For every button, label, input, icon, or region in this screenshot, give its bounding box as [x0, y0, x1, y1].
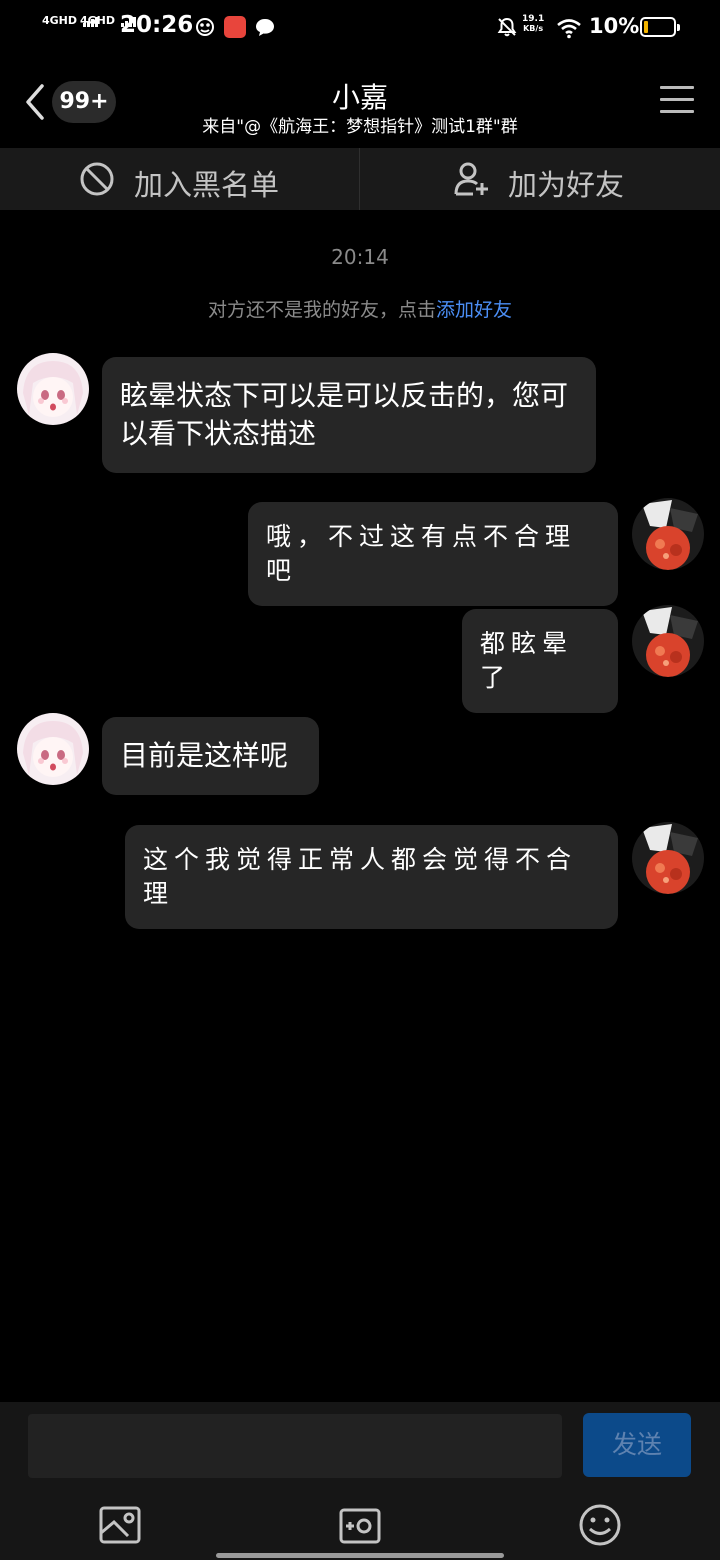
net-speed-unit: KB/s	[523, 24, 544, 33]
message-bubble-outgoing[interactable]: 哦，不过这有点不合理吧	[248, 502, 618, 606]
my-avatar[interactable]	[632, 498, 704, 570]
message-text: 都眩晕了	[480, 629, 574, 692]
network-type-1: 4GHD	[42, 14, 78, 27]
red-app-icon	[224, 16, 246, 38]
red-character-avatar-icon	[632, 605, 704, 677]
stranger-action-bar: 加入黑名单 加为好友	[0, 148, 720, 210]
red-character-avatar-icon	[632, 822, 704, 894]
battery-icon	[640, 17, 680, 37]
status-bar: 4GHD 4GHD 20:26 19.1 KB/s 10%	[0, 0, 720, 56]
wifi-icon	[557, 19, 581, 39]
my-avatar[interactable]	[632, 605, 704, 677]
notice-text: 对方还不是我的好友，点击	[207, 299, 436, 321]
emoji-icon[interactable]	[578, 1503, 622, 1547]
send-button[interactable]: 发送	[583, 1413, 691, 1477]
network-type-2: 4GHD	[80, 14, 116, 27]
chat-title: 小嘉	[331, 81, 388, 114]
chat-subtitle: 来自"@《航海王：梦想指针》测试1群"群	[202, 117, 518, 137]
block-icon	[80, 162, 114, 196]
blacklist-label: 加入黑名单	[134, 168, 280, 202]
message-bubble-incoming[interactable]: 目前是这样呢	[102, 717, 319, 795]
camera-icon[interactable]	[338, 1503, 382, 1547]
message-bubble-outgoing[interactable]: 这个我觉得正常人都会觉得不合理	[125, 825, 618, 929]
message-text: 哦，不过这有点不合理吧	[266, 522, 577, 585]
message-text: 目前是这样呢	[120, 739, 289, 772]
contact-avatar[interactable]	[17, 713, 89, 785]
contact-avatar[interactable]	[17, 353, 89, 425]
message-timestamp: 20:14	[331, 245, 389, 269]
red-character-avatar-icon	[632, 498, 704, 570]
add-friend-link[interactable]: 添加好友	[436, 299, 512, 321]
not-friend-notice: 对方还不是我的好友，点击添加好友	[0, 295, 720, 322]
message-bubble-incoming[interactable]: 眩晕状态下可以是可以反击的，您可以看下状态描述	[102, 357, 596, 473]
add-friend-button[interactable]: 加为好友	[360, 148, 719, 210]
mute-bell-icon	[497, 17, 517, 37]
game-app-icon	[196, 18, 214, 36]
net-speed-value: 19.1	[522, 14, 545, 24]
network-speed: 19.1 KB/s	[522, 14, 544, 34]
add-to-blacklist-button[interactable]: 加入黑名单	[0, 148, 359, 210]
anime-girl-avatar-icon	[17, 713, 89, 785]
add-user-icon	[454, 162, 488, 196]
home-indicator[interactable]	[216, 1553, 504, 1558]
menu-icon[interactable]	[660, 86, 694, 116]
message-bubble-outgoing[interactable]: 都眩晕了	[462, 609, 618, 713]
my-avatar[interactable]	[632, 822, 704, 894]
image-icon[interactable]	[98, 1503, 142, 1547]
battery-percent: 10%	[589, 14, 640, 38]
message-text: 眩晕状态下可以是可以反击的，您可以看下状态描述	[120, 379, 569, 450]
clock: 20:26	[120, 12, 194, 38]
message-input[interactable]	[28, 1414, 562, 1478]
anime-girl-avatar-icon	[17, 353, 89, 425]
chat-bubble-icon	[256, 19, 274, 36]
add-friend-label: 加为好友	[508, 168, 625, 202]
battery-fill	[644, 21, 648, 33]
message-text: 这个我觉得正常人都会觉得不合理	[143, 845, 578, 908]
